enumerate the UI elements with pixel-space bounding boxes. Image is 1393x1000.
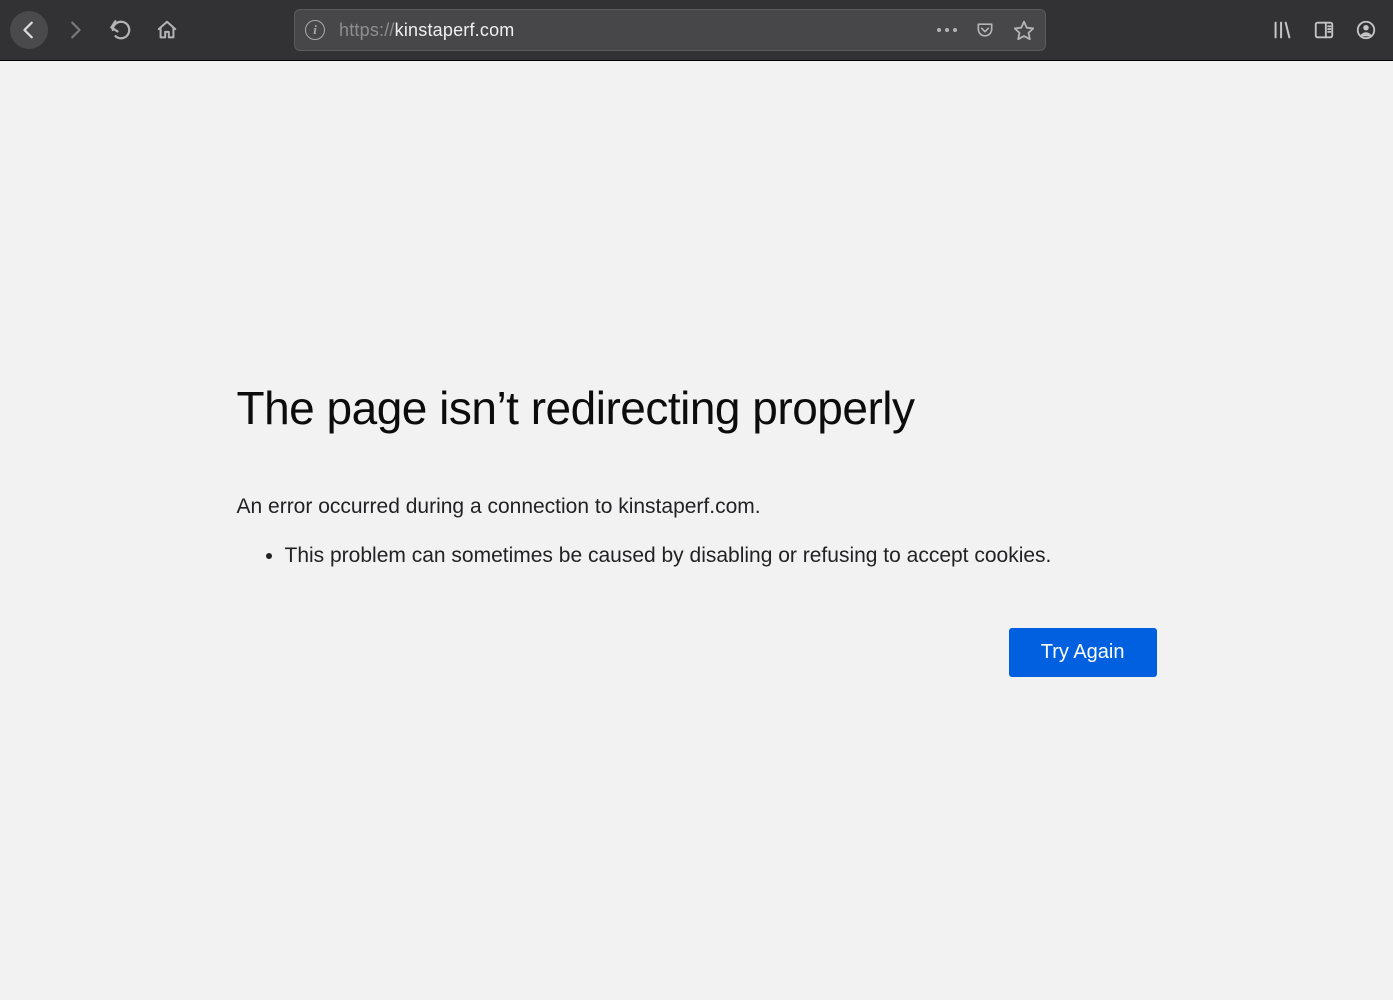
address-bar[interactable]: i https://kinstaperf.com bbox=[294, 9, 1046, 51]
error-title: The page isn’t redirecting properly bbox=[237, 381, 1157, 435]
sidebar-icon[interactable] bbox=[1313, 19, 1335, 41]
error-page: The page isn’t redirecting properly An e… bbox=[0, 61, 1393, 1000]
pocket-icon[interactable] bbox=[975, 20, 995, 40]
urlbar-actions bbox=[937, 19, 1035, 41]
bookmark-star-icon[interactable] bbox=[1013, 19, 1035, 41]
home-button[interactable] bbox=[148, 11, 186, 49]
back-button[interactable] bbox=[10, 11, 48, 49]
url-prefix: https:// bbox=[339, 20, 395, 40]
error-actions: Try Again bbox=[237, 628, 1157, 677]
library-icon[interactable] bbox=[1271, 19, 1293, 41]
try-again-button[interactable]: Try Again bbox=[1009, 628, 1157, 677]
url-host: kinstaperf.com bbox=[395, 20, 515, 40]
toolbar-right-icons bbox=[1271, 19, 1377, 41]
site-info-icon[interactable]: i bbox=[305, 20, 325, 40]
account-icon[interactable] bbox=[1355, 19, 1377, 41]
url-text: https://kinstaperf.com bbox=[339, 20, 923, 41]
forward-button[interactable] bbox=[56, 11, 94, 49]
browser-toolbar: i https://kinstaperf.com bbox=[0, 0, 1393, 61]
error-cause-list: This problem can sometimes be caused by … bbox=[237, 541, 1157, 570]
reload-button[interactable] bbox=[102, 11, 140, 49]
page-actions-icon[interactable] bbox=[937, 28, 957, 32]
error-cause-item: This problem can sometimes be caused by … bbox=[285, 541, 1157, 570]
error-description: An error occurred during a connection to… bbox=[237, 495, 1157, 519]
error-content: The page isn’t redirecting properly An e… bbox=[237, 381, 1157, 1000]
